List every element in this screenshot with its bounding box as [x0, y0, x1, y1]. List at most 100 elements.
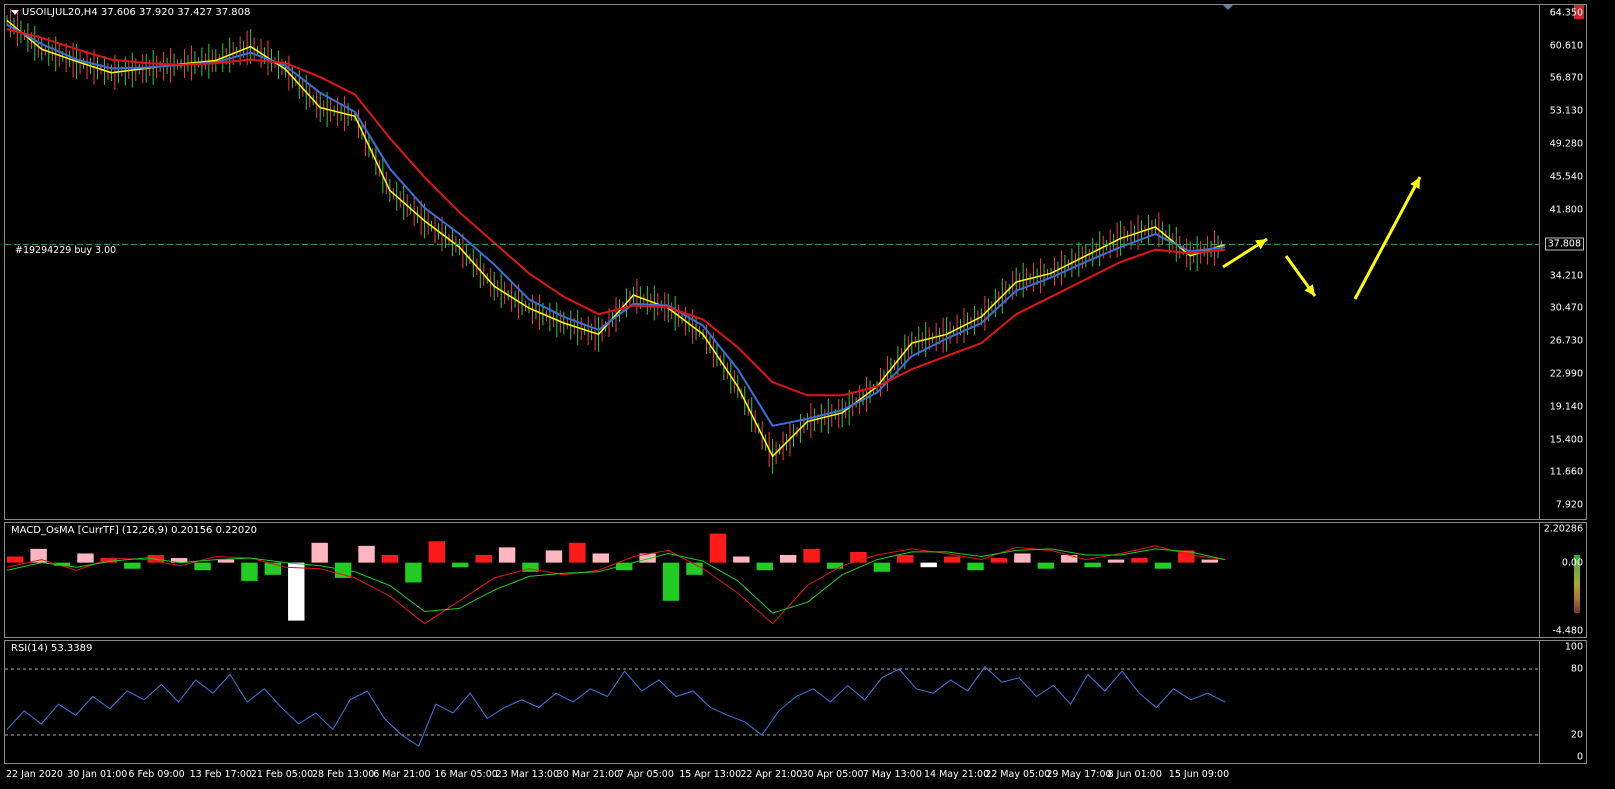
rsi-line: [6, 666, 1226, 747]
macd-histogram-bar: [826, 562, 844, 569]
up-arrow-long: [1353, 176, 1422, 300]
macd-histogram-bar: [358, 545, 375, 563]
macd-histogram-bar: [428, 541, 446, 563]
macd-histogram-bar: [569, 542, 586, 563]
macd-histogram-bar: [1061, 554, 1078, 563]
price-tick-label: 37.808: [1544, 237, 1585, 251]
rsi-tick-label: 100: [1564, 641, 1583, 653]
time-tick-label: 29 May 17:00: [1046, 769, 1112, 780]
time-tick-label: 15 Jun 09:00: [1168, 769, 1230, 780]
time-tick-label: 16 Mar 05:00: [434, 769, 498, 780]
macd-histogram-bar: [943, 556, 961, 563]
price-chart-pane[interactable]: USOILJUL20,H4 37.606 37.920 37.427 37.80…: [4, 4, 1587, 520]
macd-histogram-bar: [1107, 559, 1125, 563]
price-tick-label: 26.730: [1549, 335, 1583, 347]
macd-histogram-bar: [194, 562, 211, 571]
macd-histogram-bar: [592, 553, 609, 563]
macd-histogram-bar: [545, 550, 563, 563]
time-tick-label: 6 Mar 21:00: [373, 769, 431, 780]
macd-line: [6, 545, 1226, 625]
price-tick-label: 56.870: [1549, 72, 1583, 84]
macd-histogram-bar: [1131, 558, 1148, 563]
rsi-pane[interactable]: RSI(14) 53.3389 100 80 20 0: [4, 640, 1587, 764]
macd-histogram-bar: [288, 562, 305, 621]
price-tick-label: 53.130: [1549, 105, 1583, 117]
price-series-line: [6, 19, 1226, 458]
time-tick-label: 15 Apr 13:00: [679, 769, 742, 780]
macd-histogram-bar: [990, 558, 1008, 563]
macd-histogram-bar: [405, 562, 422, 583]
time-tick-label: 22 Jan 2020: [6, 769, 63, 780]
macd-label: MACD_OsMA [CurrTF] (12,26,9) 0.20156 0.2…: [11, 525, 257, 536]
rsi-scale[interactable]: 100 80 20 0: [1539, 641, 1586, 763]
time-tick-label: 30 Mar 21:00: [556, 769, 621, 780]
time-tick-label: 28 Feb 13:00: [312, 769, 375, 780]
macd-histogram-bar: [1037, 562, 1055, 569]
macd-tick-label: 0.00: [1561, 557, 1583, 569]
price-tick-label: 49.280: [1549, 138, 1583, 150]
price-tick-label: 60.610: [1549, 40, 1583, 52]
macd-scale[interactable]: 2.20286 0.00 -4.480: [1539, 523, 1586, 637]
macd-histogram-bar: [756, 562, 773, 571]
macd-histogram-bar: [381, 554, 399, 563]
macd-histogram-bar: [498, 547, 516, 563]
macd-canvas[interactable]: [5, 523, 1540, 637]
fast-ma-line: [6, 23, 1226, 427]
macd-histogram-bar: [217, 559, 235, 563]
rsi-canvas[interactable]: [5, 641, 1540, 763]
price-tick-label: 34.210: [1549, 270, 1583, 282]
macd-histogram-bar: [920, 562, 937, 568]
macd-histogram-bar: [124, 562, 141, 569]
macd-histogram-bar: [733, 556, 750, 563]
price-tick-label: 7.920: [1555, 499, 1583, 511]
price-tick-label: 41.800: [1549, 204, 1583, 216]
price-scale[interactable]: 64.350 60.610 56.870 53.130 49.280 45.540 41.8…: [1539, 5, 1586, 519]
macd-histogram-bar: [475, 554, 492, 563]
macd-histogram-bar: [803, 548, 820, 563]
macd-histogram-bar: [311, 542, 328, 563]
time-tick-label: 6 Feb 09:00: [128, 769, 185, 780]
symbol-info: USOILJUL20,H4 37.606 37.920 37.427 37.80…: [11, 7, 250, 18]
macd-pane[interactable]: MACD_OsMA [CurrTF] (12,26,9) 0.20156 0.2…: [4, 522, 1587, 638]
macd-histogram-bar: [452, 562, 469, 568]
time-tick-label: 30 Apr 05:00: [801, 769, 864, 780]
macd-tick-label: -4.480: [1552, 625, 1583, 637]
price-tick-label: 11.660: [1549, 466, 1583, 478]
rsi-tick-label: 80: [1570, 663, 1583, 675]
chart-shift-marker-icon[interactable]: [1223, 5, 1233, 10]
price-chart-canvas[interactable]: [5, 5, 1540, 519]
rsi-tick-label: 20: [1570, 729, 1583, 741]
time-tick-label: 23 Mar 13:00: [495, 769, 560, 780]
macd-histogram-bar: [873, 562, 891, 572]
slow-ma-line: [6, 28, 1226, 397]
rsi-label: RSI(14) 53.3389: [11, 643, 93, 654]
price-tick-label: 19.140: [1549, 401, 1583, 413]
macd-histogram-bar: [967, 562, 984, 571]
time-tick-label: 21 Feb 05:00: [250, 769, 314, 780]
macd-histogram-bar: [77, 553, 94, 563]
rsi-tick-label: 0: [1576, 751, 1583, 763]
macd-histogram-bar: [779, 554, 797, 563]
macd-histogram-bar: [1201, 559, 1218, 563]
macd-histogram-bar: [897, 554, 914, 563]
price-tick-label: 30.470: [1549, 302, 1583, 314]
macd-histogram-bar: [241, 562, 258, 581]
macd-histogram-bar: [7, 556, 24, 563]
time-tick-label: 22 Apr 21:00: [740, 769, 803, 780]
macd-histogram-bar: [1084, 562, 1101, 568]
macd-histogram-bar: [1014, 553, 1031, 563]
macd-histogram-bar: [264, 562, 282, 575]
time-tick-label: 22 May 05:00: [985, 769, 1051, 780]
time-axis[interactable]: 22 Jan 2020 30 Jan 01:00 6 Feb 09:00 13 Feb…: [4, 766, 1587, 786]
macd-histogram-bar: [709, 533, 727, 563]
price-tick-label: 22.990: [1549, 368, 1583, 380]
time-tick-label: 13 Feb 17:00: [189, 769, 252, 780]
signal-line: [6, 548, 1226, 614]
macd-histogram-bar: [1154, 562, 1172, 569]
time-tick-label: 7 May 13:00: [862, 769, 922, 780]
order-label[interactable]: #19294229 buy 3.00: [15, 245, 116, 256]
time-tick-label: 7 Apr 05:00: [618, 769, 674, 780]
time-tick-label: 8 Jun 01:00: [1107, 769, 1162, 780]
price-tick-label: 15.400: [1549, 434, 1583, 446]
dropdown-triangle-icon[interactable]: [11, 9, 19, 15]
